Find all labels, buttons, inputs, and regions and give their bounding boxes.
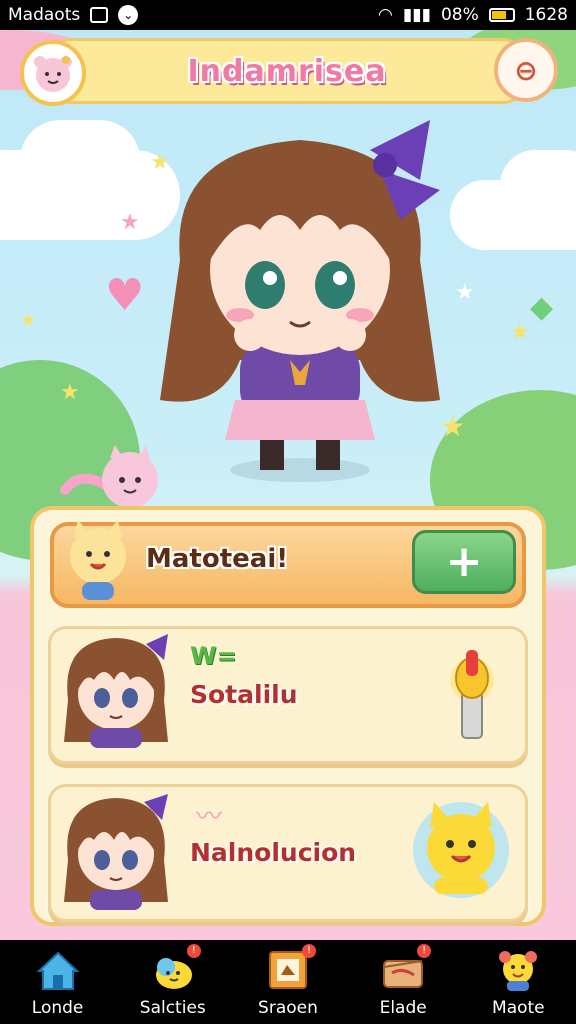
main-character[interactable]: [140, 110, 460, 490]
card-name: Sotalilu: [190, 680, 298, 709]
image-icon: [90, 7, 109, 23]
card-badge: W=: [190, 642, 237, 670]
plus-icon: +: [445, 536, 483, 587]
battery-icon: [488, 8, 515, 22]
profile-avatar[interactable]: [20, 40, 86, 106]
notification-dot: !: [417, 944, 432, 958]
nav-label: Elade: [379, 998, 427, 1018]
heart-icon: ♥: [105, 270, 145, 321]
add-button[interactable]: +: [412, 530, 516, 594]
star-icon: ★: [510, 320, 530, 345]
banner-label: Matoteai!: [146, 544, 289, 574]
nav-item-home[interactable]: Londe: [8, 940, 108, 1018]
mascot-icon: [494, 946, 542, 994]
character-portrait: [64, 634, 168, 748]
nav-label: Londe: [31, 998, 84, 1018]
app-name: Madaots: [8, 5, 81, 25]
pink-bear-icon: [34, 56, 72, 92]
nav-item-sraoen[interactable]: ! Sraoen: [238, 940, 338, 1018]
star-icon: ★: [60, 380, 80, 405]
home-icon: [34, 946, 82, 994]
clock: 1628: [524, 5, 568, 25]
bottom-nav: Londe ! Salcties ! Sraoen ! Elade Maote: [0, 940, 576, 1024]
star-icon: ★: [20, 310, 37, 331]
card-name: Nalnolucion: [190, 838, 357, 867]
nav-label: Salcties: [139, 998, 206, 1018]
character-portrait: [64, 794, 168, 910]
exit-button[interactable]: ⊖: [494, 38, 558, 102]
yellow-cat-icon[interactable]: [406, 792, 516, 902]
battery-percent: 08%: [440, 5, 479, 25]
nav-label: Sraoen: [258, 998, 318, 1018]
door-exit-icon: ⊖: [514, 53, 538, 87]
wifi-icon: ◠: [378, 5, 393, 25]
signal-icon: ▮▮▮: [402, 5, 431, 25]
pink-splash-icon: 〰: [196, 802, 223, 832]
nav-label: Maote: [492, 998, 545, 1018]
chevron-down-icon: ⌄: [118, 5, 139, 25]
title-banner: Indamrisea: [52, 38, 522, 104]
magic-wand-icon[interactable]: [436, 640, 506, 744]
star-icon: ★: [120, 210, 140, 235]
page-title: Indamrisea: [187, 53, 387, 89]
nav-item-maote[interactable]: Maote: [468, 940, 568, 1018]
status-bar: Madaots ⌄ ◠ ▮▮▮ 08% 1628: [0, 0, 576, 30]
cloud: [500, 150, 576, 220]
yellow-cat-mascot-icon: [70, 520, 126, 600]
cloud: [20, 120, 140, 200]
notification-dot: !: [301, 944, 316, 958]
nav-item-elade[interactable]: ! Elade: [353, 940, 453, 1018]
notification-dot: !: [186, 944, 201, 958]
nav-item-salcties[interactable]: ! Salcties: [123, 940, 223, 1018]
gem-icon: ◆: [530, 290, 554, 325]
